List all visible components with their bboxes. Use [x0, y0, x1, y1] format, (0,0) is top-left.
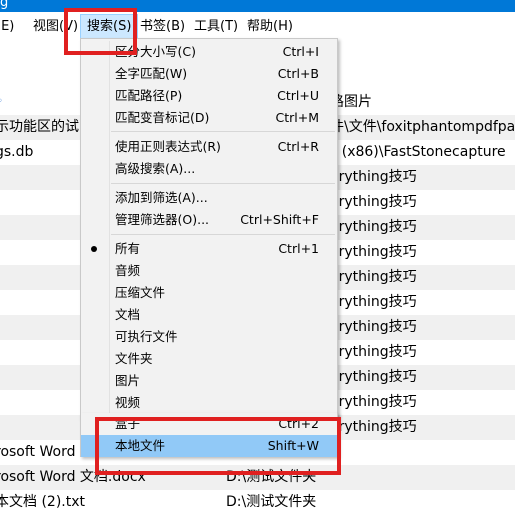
cell-path: erything技巧 — [330, 369, 417, 385]
menu-item-regex[interactable]: 使用正则表达式(R) Ctrl+R — [81, 136, 337, 158]
menu-item-filter-folder[interactable]: 文件夹 — [81, 348, 337, 370]
menu-item-advanced-search[interactable]: 高级搜索(A)... — [81, 158, 337, 180]
cell-path: erything技巧 — [330, 319, 417, 335]
menu-item-filter-executable[interactable]: 可执行文件 — [81, 326, 337, 348]
menu-help[interactable]: 帮助(H) — [247, 14, 293, 40]
menu-separator — [111, 234, 335, 235]
menu-item-match-diacritics[interactable]: 匹配变音标记(D) Ctrl+M — [81, 107, 337, 129]
menu-item-label: 管理筛选器(O)... — [115, 212, 210, 227]
menu-item-add-to-filters[interactable]: 添加到筛选(A)... — [81, 187, 337, 209]
menu-item-filter-compressed[interactable]: 压缩文件 — [81, 282, 337, 304]
cell-name: 本文档 (2).txt — [0, 494, 85, 510]
menu-item-filter-audio[interactable]: 音频 — [81, 260, 337, 282]
cell-path: D:\测试文件夹 — [226, 494, 317, 510]
menu-item-whole-word[interactable]: 全字匹配(W) Ctrl+B — [81, 63, 337, 85]
menu-bookmarks[interactable]: 书签(B) — [140, 14, 185, 40]
cell-path: 件\文件\foxitphantompdfpa — [330, 119, 515, 135]
menu-item-label: 全字匹配(W) — [115, 66, 188, 81]
menu-item-shortcut: Ctrl+I — [282, 44, 319, 59]
cell-path: erything技巧 — [330, 244, 417, 260]
window-title: g — [0, 0, 9, 10]
cell-name: 示功能区的试 — [0, 119, 79, 135]
menu-item-shortcut: Ctrl+R — [277, 139, 319, 154]
menu-item-label: 使用正则表达式(R) — [115, 139, 221, 154]
menu-item-label: 匹配路径(P) — [115, 88, 183, 103]
annotation-highlight-search-menu — [64, 8, 137, 55]
menu-item-label: 所有 — [115, 241, 141, 256]
table-row[interactable]: 本文档 (2).txt D:\测试文件夹 — [0, 490, 515, 515]
menu-separator — [111, 183, 335, 184]
menu-item-filter-document[interactable]: 文档 — [81, 304, 337, 326]
cell-name: gs.db — [0, 144, 34, 160]
menu-item-label: 文件夹 — [115, 351, 153, 366]
annotation-highlight-local-files — [95, 417, 341, 475]
cell-path: erything技巧 — [330, 194, 417, 210]
menu-item-shortcut: Ctrl+M — [275, 110, 320, 125]
menu-separator — [111, 131, 335, 132]
menu-item-filter-picture[interactable]: 图片 — [81, 370, 337, 392]
menu-item-filter-video[interactable]: 视频 — [81, 392, 337, 414]
menu-item-match-path[interactable]: 匹配路径(P) Ctrl+U — [81, 85, 337, 107]
cell-path: erything技巧 — [330, 294, 417, 310]
menu-tools[interactable]: 工具(T) — [194, 14, 238, 40]
cell-path: erything技巧 — [330, 219, 417, 235]
selected-bullet-icon — [91, 246, 97, 252]
menu-item-label: 压缩文件 — [115, 285, 166, 300]
menu-item-label: 匹配变音标记(D) — [115, 110, 210, 125]
menu-item-label: 文档 — [115, 307, 141, 322]
menu-item-label: 音频 — [115, 263, 141, 278]
cell-path: s (x86)\FastStonecapture — [330, 144, 506, 160]
cell-path: erything技巧 — [330, 394, 417, 410]
menu-item-organize-filters[interactable]: 管理筛选器(O)... Ctrl+Shift+F — [81, 209, 337, 231]
cell-path: erything技巧 — [330, 344, 417, 360]
menu-item-label: 图片 — [115, 373, 141, 388]
menu-item-label: 可执行文件 — [115, 329, 178, 344]
menu-item-shortcut: Ctrl+B — [277, 66, 319, 81]
menu-item-label: 添加到筛选(A)... — [115, 190, 208, 205]
cell-path: erything技巧 — [330, 269, 417, 285]
menu-item-filter-all[interactable]: 所有 Ctrl+1 — [81, 238, 337, 260]
menu-item-label: 高级搜索(A)... — [115, 161, 196, 176]
cell-path: erything技巧 — [330, 169, 417, 185]
search-menu-dropdown: 区分大小写(C) Ctrl+I 全字匹配(W) Ctrl+B 匹配路径(P) Ctrl… — [80, 38, 338, 419]
menu-edit[interactable]: (E) — [0, 14, 14, 40]
menu-item-shortcut: Ctrl+1 — [278, 241, 319, 256]
menu-item-shortcut: Ctrl+Shift+F — [240, 212, 319, 227]
menu-item-shortcut: Ctrl+U — [277, 88, 319, 103]
cell-path: erything技巧 — [330, 419, 417, 435]
menu-item-label: 视频 — [115, 395, 141, 410]
cell-name: rosoft Word — [0, 444, 76, 460]
